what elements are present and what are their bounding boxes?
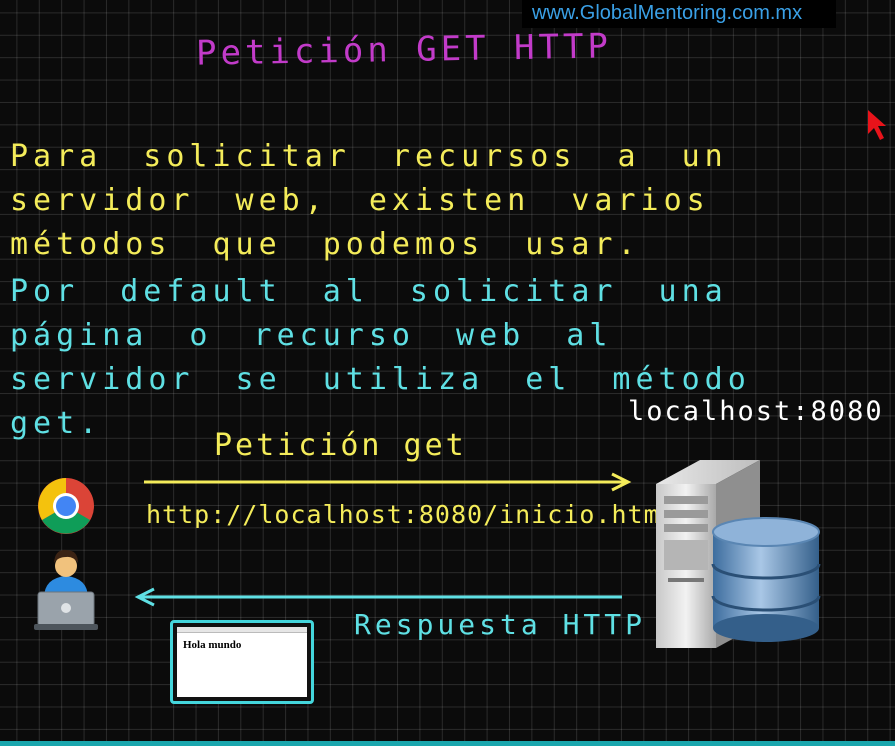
red-pointer-cursor-icon — [868, 110, 886, 140]
chrome-logo-icon — [38, 478, 94, 534]
browser-page-text: Hola mundo — [183, 639, 242, 651]
user-laptop-icon — [34, 549, 98, 630]
request-arrow — [144, 472, 632, 492]
browser-window-thumbnail: Hola mundo — [170, 620, 314, 704]
browser-toolbar — [177, 627, 307, 633]
server-database-icon — [656, 460, 821, 648]
response-arrow — [134, 587, 622, 607]
bottom-accent-bar — [0, 741, 895, 746]
diagram-graphics — [34, 110, 886, 648]
browser-page: Hola mundo — [177, 627, 307, 697]
